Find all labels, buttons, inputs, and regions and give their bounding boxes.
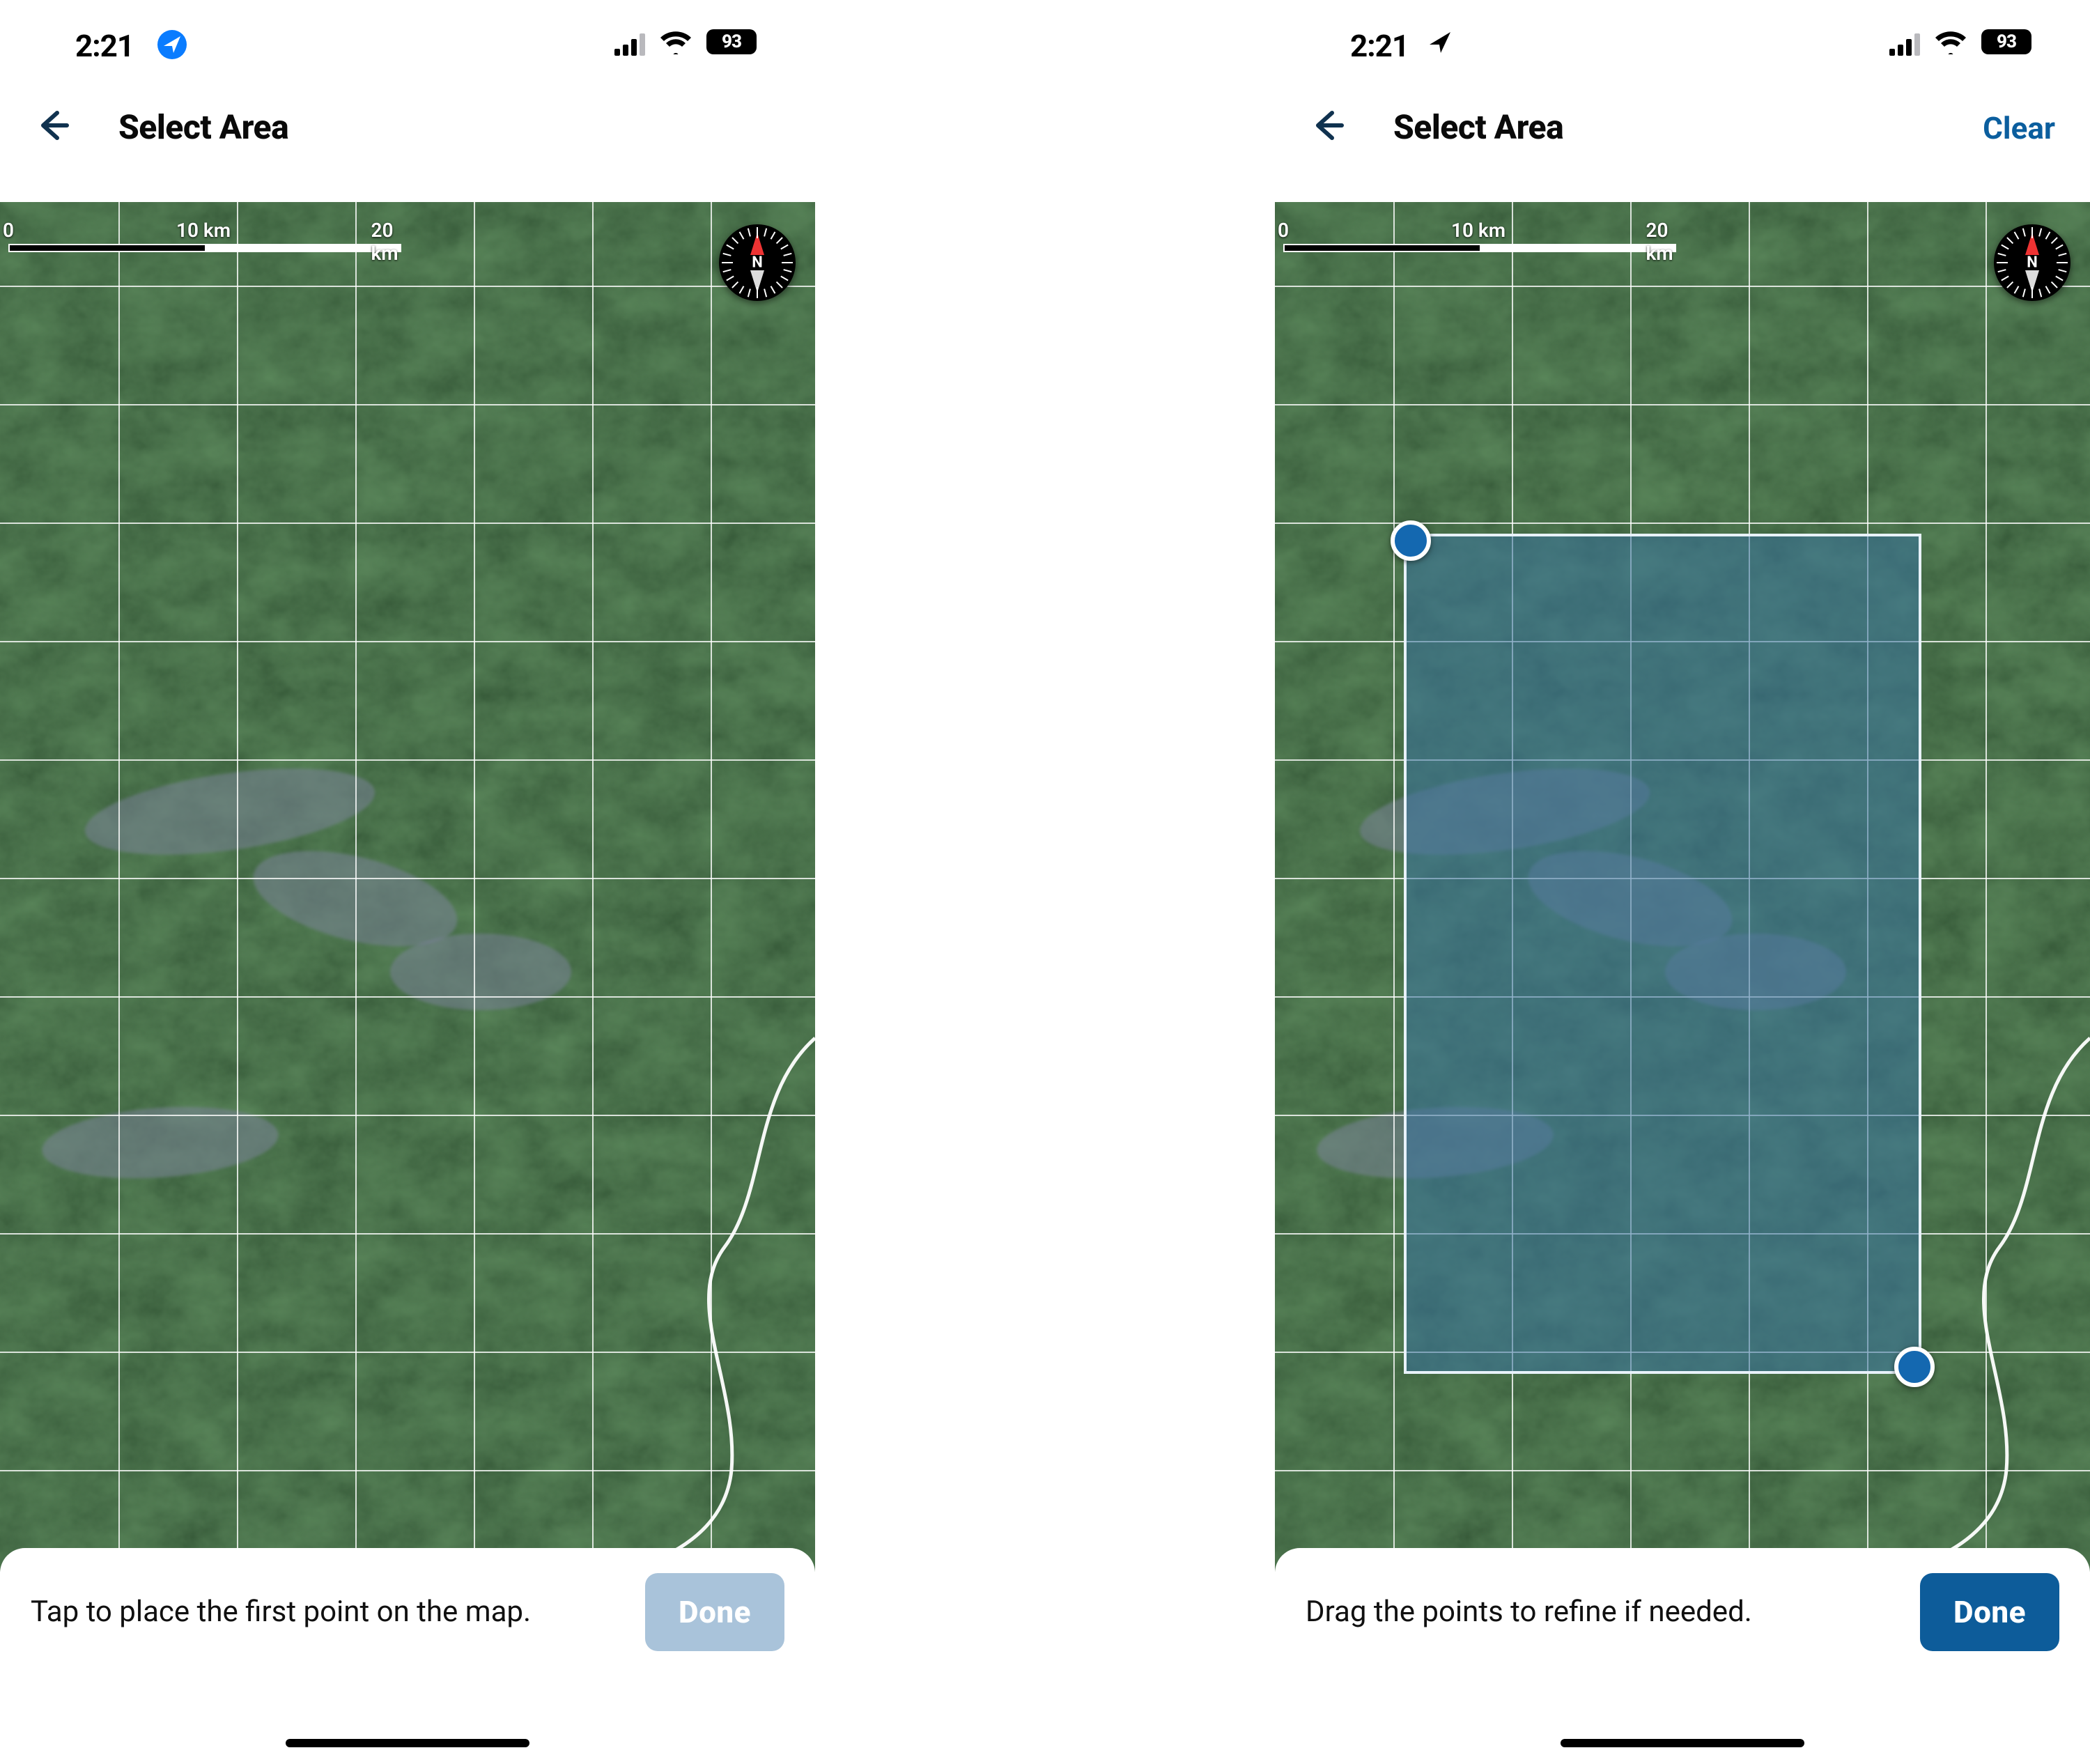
wifi-icon [1934,29,1967,54]
scale-ruler: 0 10 km 20 km [8,219,401,252]
grid-line [0,1115,815,1116]
grid-line [0,1233,815,1235]
status-time: 2:21 [1350,28,1409,64]
clear-button[interactable]: Clear [1983,110,2055,146]
grid-line [237,202,238,1572]
status-bar: 2:21 93 [1275,0,2090,77]
compass-n-label: N [2027,254,2038,272]
status-time: 2:21 [75,28,134,64]
grid-line [592,202,594,1572]
bottom-instruction-sheet: Tap to place the first point on the map.… [0,1548,815,1679]
location-outline-icon [1427,29,1453,56]
cellular-icon [1889,33,1923,56]
selection-handle-bottom-right[interactable] [1894,1347,1935,1387]
instruction-text: Tap to place the first point on the map. [31,1593,624,1632]
grid-line [711,202,712,1572]
page-title: Select Area [118,107,288,147]
wifi-icon [659,29,692,54]
battery-indicator: 93 [1981,29,2031,54]
compass-icon[interactable]: N [1994,224,2070,301]
location-filled-icon [157,29,187,60]
scale-label-zero: 0 [1278,219,1289,242]
grid-line [1986,202,1987,1572]
scale-label-mid: 10 km [1451,219,1505,242]
grid-line [0,878,815,879]
nav-bar: Select Area Clear [1275,77,2090,174]
grid-line [0,759,815,761]
compass-icon[interactable]: N [719,224,796,301]
home-indicator[interactable] [286,1739,529,1747]
selection-rectangle[interactable] [1404,534,1921,1374]
grid-line [474,202,475,1572]
home-indicator[interactable] [1561,1739,1804,1747]
scale-label-mid: 10 km [176,219,231,242]
grid-line [0,1352,815,1353]
bottom-instruction-sheet: Drag the points to refine if needed. Don… [1275,1548,2090,1679]
battery-indicator: 93 [706,29,757,54]
scale-label-end: 20 km [1646,219,1673,265]
grid-line [1275,286,2090,287]
grid-line [1275,1470,2090,1471]
phone-screen-right: 2:21 93 Select Area Clear [1275,0,2090,1764]
grid-line [1275,404,2090,405]
grid-line [0,404,815,405]
road-overlay [0,202,815,1572]
grid-line [355,202,357,1572]
done-button[interactable]: Done [1920,1573,2059,1651]
scale-ruler: 0 10 km 20 km [1283,219,1676,252]
instruction-text: Drag the points to refine if needed. [1306,1593,1899,1632]
grid-line [0,996,815,998]
grid-line [0,641,815,642]
grid-line [0,1470,815,1471]
nav-bar: Select Area [0,77,815,174]
done-button[interactable]: Done [645,1573,784,1651]
grid-line [0,523,815,524]
grid-line [0,286,815,287]
map-viewport[interactable]: 0 10 km 20 km N [1275,202,2090,1572]
selection-handle-top-left[interactable] [1391,520,1431,561]
compass-n-label: N [752,254,763,272]
grid-line [1275,523,2090,524]
status-bar: 2:21 93 [0,0,815,77]
phone-screen-left: 2:21 93 Select Area [0,0,815,1764]
grid-line [1393,202,1395,1572]
page-title: Select Area [1393,107,1563,147]
scale-label-end: 20 km [371,219,398,265]
grid-line [118,202,120,1572]
map-viewport[interactable]: 0 10 km 20 km N [0,202,815,1572]
cellular-icon [614,33,648,56]
back-button[interactable] [33,106,72,145]
back-button[interactable] [1308,106,1347,145]
scale-label-zero: 0 [3,219,14,242]
